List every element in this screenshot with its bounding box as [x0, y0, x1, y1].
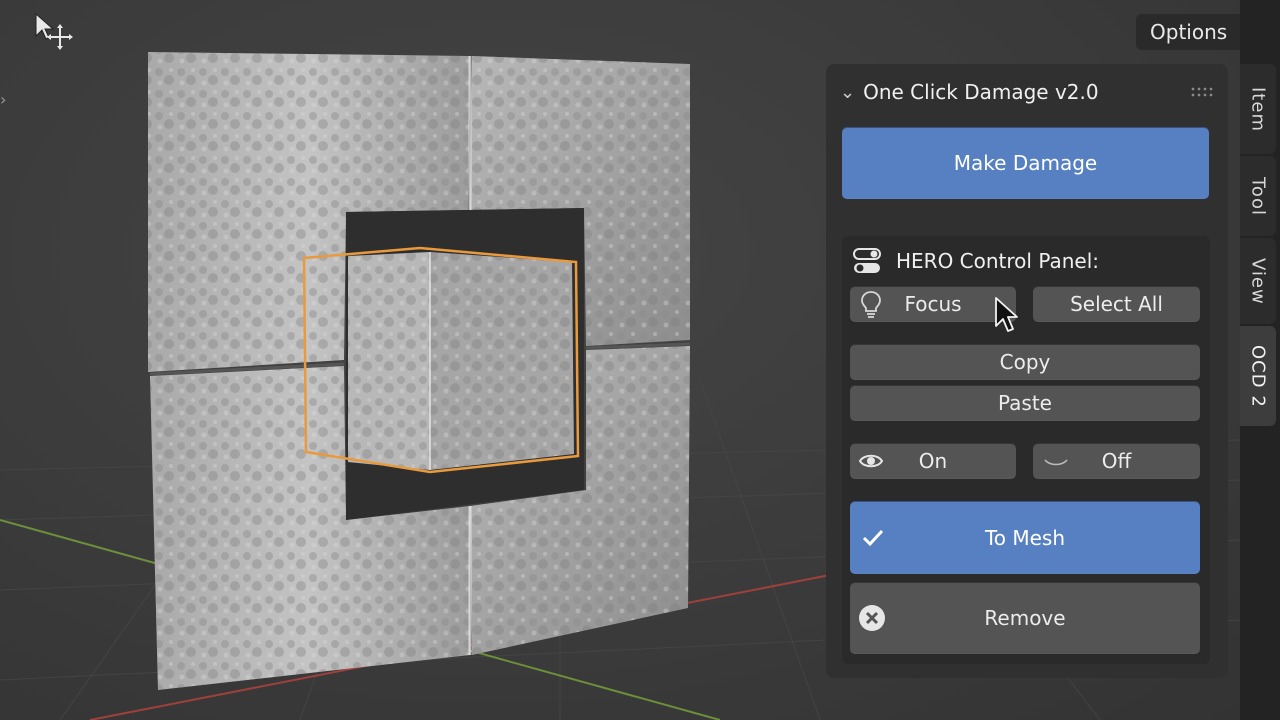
tab-tool[interactable]: Tool	[1240, 156, 1276, 236]
on-label: On	[918, 449, 948, 473]
remove-button[interactable]: Remove	[850, 582, 1200, 654]
paste-button[interactable]: Paste	[850, 385, 1200, 421]
tab-ocd2-label: OCD 2	[1247, 344, 1269, 408]
focus-label: Focus	[904, 292, 962, 316]
hero-panel-title: HERO Control Panel:	[896, 249, 1100, 273]
off-label: Off	[1101, 449, 1132, 473]
checkmark-icon	[862, 528, 884, 548]
off-button[interactable]: Off	[1033, 443, 1200, 479]
toggle-icon	[852, 246, 882, 276]
panel-title: One Click Damage v2.0	[863, 80, 1099, 104]
tab-item[interactable]: Item	[1240, 64, 1276, 154]
select-all-button[interactable]: Select All	[1033, 286, 1200, 322]
selected-hero-cube[interactable]	[302, 246, 580, 474]
to-mesh-label: To Mesh	[984, 525, 1066, 550]
tab-item-label: Item	[1247, 86, 1269, 132]
options-label: Options	[1150, 20, 1228, 44]
focus-button[interactable]: Focus	[850, 286, 1016, 322]
remove-label: Remove	[984, 606, 1066, 630]
eye-icon	[858, 451, 884, 471]
hero-panel-header: HERO Control Panel:	[852, 244, 1099, 278]
panel-header[interactable]: ⌄ One Click Damage v2.0	[840, 72, 1214, 112]
select-all-label: Select All	[1070, 292, 1163, 316]
collapse-chevron-icon[interactable]: ⌄	[840, 82, 855, 103]
copy-button[interactable]: Copy	[850, 344, 1200, 380]
lightbulb-icon	[858, 289, 884, 319]
tab-ocd2[interactable]: OCD 2	[1240, 326, 1276, 426]
drag-grip-icon[interactable]	[1190, 86, 1214, 98]
on-button[interactable]: On	[850, 443, 1016, 479]
tab-view[interactable]: View	[1240, 238, 1276, 324]
tab-view-label: View	[1247, 257, 1269, 305]
to-mesh-button[interactable]: To Mesh	[850, 501, 1200, 574]
move-tool-icon[interactable]	[32, 12, 76, 52]
copy-label: Copy	[999, 350, 1051, 374]
toolbar-expand-chevron-icon[interactable]: ›	[0, 86, 14, 114]
eye-closed-icon	[1041, 451, 1071, 471]
mouse-cursor-icon	[995, 297, 1018, 332]
make-damage-label: Make Damage	[953, 151, 1098, 175]
make-damage-button[interactable]: Make Damage	[842, 127, 1209, 199]
paste-label: Paste	[998, 391, 1052, 415]
x-circle-icon	[858, 604, 886, 632]
tab-tool-label: Tool	[1247, 176, 1269, 216]
